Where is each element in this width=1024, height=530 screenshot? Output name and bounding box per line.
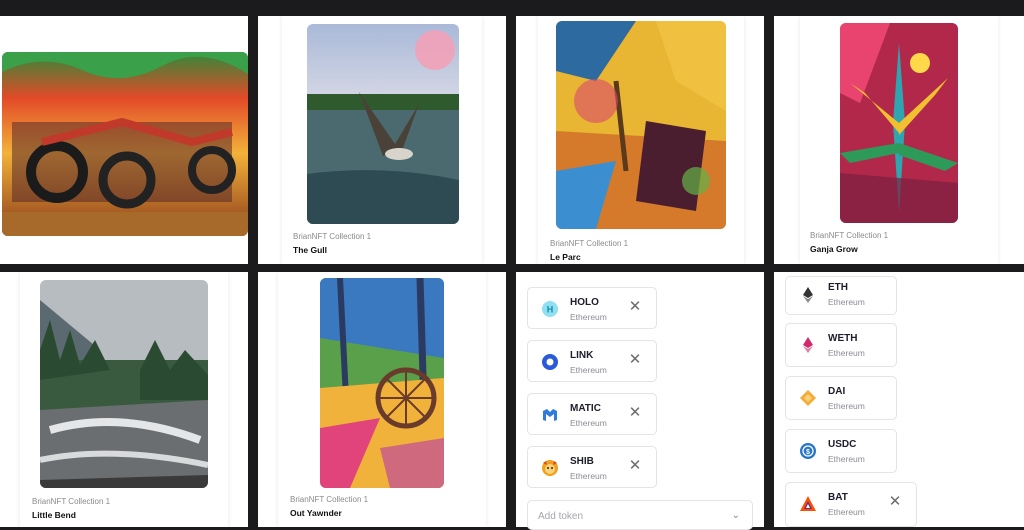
nft-image-motorbikes[interactable] xyxy=(2,52,248,236)
token-row-weth[interactable]: WETH Ethereum xyxy=(785,323,897,367)
nft-card-le-parc[interactable]: BrianNFT Collection 1 Le Parc xyxy=(538,16,744,264)
add-token-select[interactable]: Add token ⌄ xyxy=(527,500,753,530)
nft-card-little-bend[interactable]: BrianNFT Collection 1 Little Bend xyxy=(20,272,228,527)
nft-collection-label: BrianNFT Collection 1 xyxy=(290,495,369,504)
token-network: Ethereum xyxy=(570,471,607,481)
link-icon xyxy=(541,353,559,371)
remove-token-button[interactable]: ✕ xyxy=(628,458,642,473)
nft-title: Ganja Grow xyxy=(810,244,858,254)
token-symbol: MATIC xyxy=(570,403,601,414)
nft-panel-6: BrianNFT Collection 1 Out Yawnder xyxy=(258,272,506,527)
token-row-bat[interactable]: BAT Ethereum ✕ xyxy=(785,482,917,527)
nft-image-ganja-grow xyxy=(840,23,958,223)
nft-title: Out Yawnder xyxy=(290,508,342,518)
nft-collection-label: BrianNFT Collection 1 xyxy=(550,239,629,248)
add-token-placeholder: Add token xyxy=(538,511,584,522)
token-symbol: BAT xyxy=(828,492,848,503)
nft-collection-label: BrianNFT Collection 1 xyxy=(32,497,111,506)
dai-icon xyxy=(799,389,817,407)
nft-title: Le Parc xyxy=(550,252,581,262)
token-network: Ethereum xyxy=(828,297,865,307)
token-row-holo[interactable]: H HOLO Ethereum ✕ xyxy=(527,287,657,329)
nft-image-le-parc xyxy=(556,21,726,229)
nft-title: The Gull xyxy=(293,245,327,255)
nft-image-little-bend xyxy=(40,280,208,488)
weth-icon xyxy=(799,336,817,354)
token-row-usdc[interactable]: $ USDC Ethereum xyxy=(785,429,897,473)
bat-icon xyxy=(799,495,817,513)
token-network: Ethereum xyxy=(570,312,607,322)
holo-icon: H xyxy=(541,300,559,318)
token-network: Ethereum xyxy=(828,348,865,358)
token-row-shib[interactable]: SHIB Ethereum ✕ xyxy=(527,446,657,488)
token-symbol: DAI xyxy=(828,386,846,397)
token-row-matic[interactable]: MATIC Ethereum ✕ xyxy=(527,393,657,435)
token-network: Ethereum xyxy=(828,507,865,517)
nft-panel-1 xyxy=(0,16,248,264)
token-symbol: ETH xyxy=(828,282,848,293)
nft-panel-2: BrianNFT Collection 1 The Gull xyxy=(258,16,506,264)
token-symbol: HOLO xyxy=(570,297,599,308)
token-row-eth[interactable]: ETH Ethereum xyxy=(785,276,897,315)
nft-card-ganja-grow[interactable]: BrianNFT Collection 1 Ganja Grow xyxy=(800,16,998,264)
chevron-down-icon: ⌄ xyxy=(731,510,740,521)
token-symbol: LINK xyxy=(570,350,594,361)
nft-panel-5: BrianNFT Collection 1 Little Bend xyxy=(0,272,248,527)
remove-token-button[interactable]: ✕ xyxy=(628,299,642,314)
shib-icon xyxy=(541,459,559,477)
token-symbol: SHIB xyxy=(570,456,594,467)
token-symbol: USDC xyxy=(828,439,857,450)
remove-token-button[interactable]: ✕ xyxy=(628,352,642,367)
remove-token-button[interactable]: ✕ xyxy=(628,405,642,420)
token-network: Ethereum xyxy=(828,401,865,411)
nft-card-out-yawnder[interactable]: BrianNFT Collection 1 Out Yawnder xyxy=(278,272,486,527)
remove-token-button[interactable]: ✕ xyxy=(888,494,902,509)
token-network: Ethereum xyxy=(570,418,607,428)
nft-image-the-gull xyxy=(307,24,459,224)
nft-collection-label: BrianNFT Collection 1 xyxy=(810,231,889,240)
token-network: Ethereum xyxy=(828,454,865,464)
nft-image-out-yawnder xyxy=(320,278,444,488)
eth-icon xyxy=(799,286,817,304)
svg-text:H: H xyxy=(547,305,554,315)
usdc-icon: $ xyxy=(799,442,817,460)
matic-icon xyxy=(541,406,559,424)
nft-title: Little Bend xyxy=(32,510,76,520)
token-network: Ethereum xyxy=(570,365,607,375)
nft-card-the-gull[interactable]: BrianNFT Collection 1 The Gull xyxy=(282,16,482,264)
svg-text:$: $ xyxy=(806,449,810,456)
token-row-link[interactable]: LINK Ethereum ✕ xyxy=(527,340,657,382)
token-symbol: WETH xyxy=(828,333,858,344)
nft-panel-4: BrianNFT Collection 1 Ganja Grow xyxy=(774,16,1024,264)
token-row-dai[interactable]: DAI Ethereum xyxy=(785,376,897,420)
nft-panel-3: BrianNFT Collection 1 Le Parc xyxy=(516,16,764,264)
nft-collection-label: BrianNFT Collection 1 xyxy=(293,232,372,241)
